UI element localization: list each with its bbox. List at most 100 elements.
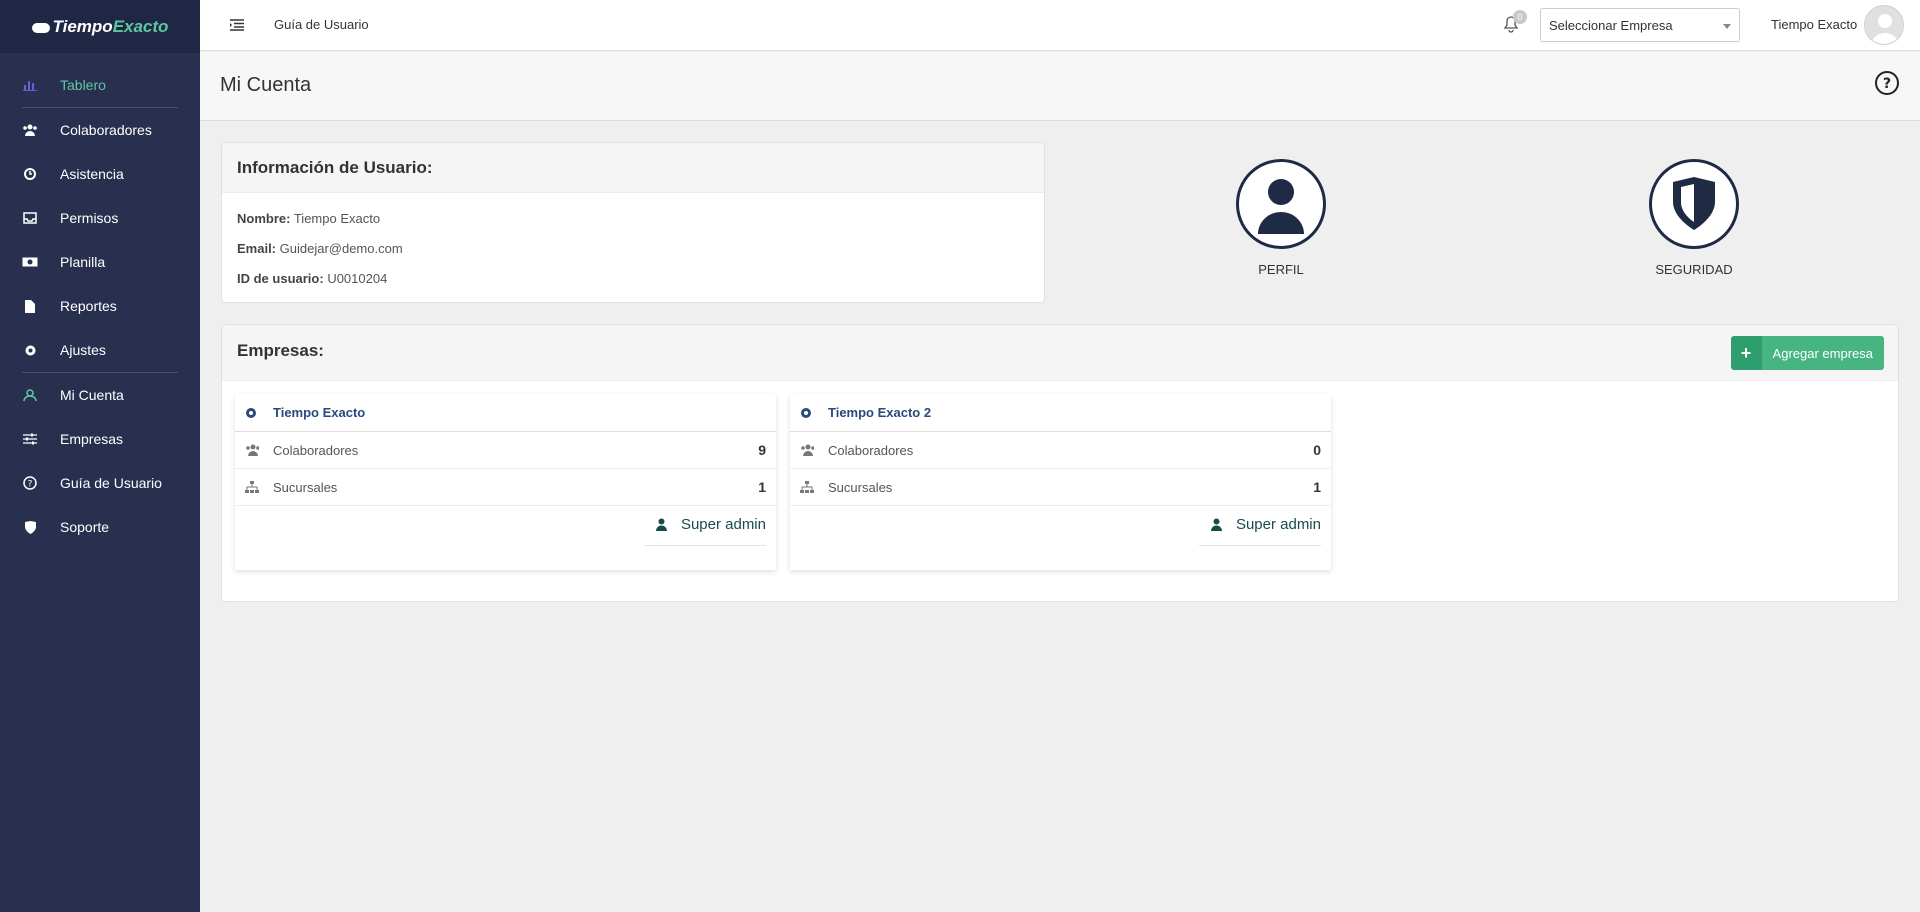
- company-tile: Tiempo Exacto 2 Colaboradores 0 Sucursal…: [790, 394, 1331, 570]
- branches-count: 1: [1313, 479, 1321, 495]
- companies-heading: Empresas:: [222, 325, 1898, 381]
- add-company-label: Agregar empresa: [1761, 336, 1884, 370]
- user-outline-icon: [22, 387, 38, 403]
- role-label: Super admin: [1235, 516, 1321, 533]
- sidebar-item-asistencia[interactable]: Asistencia: [0, 152, 200, 196]
- branches-label: Sucursales: [828, 479, 893, 495]
- question-circle-icon: ?: [22, 475, 38, 491]
- sidebar-item-label: Mi Cuenta: [60, 387, 124, 403]
- sidebar-item-mi-cuenta[interactable]: Mi Cuenta: [0, 373, 200, 417]
- role-label: Super admin: [680, 516, 766, 533]
- email-label: Email:: [237, 241, 277, 256]
- sidebar-item-ajustes[interactable]: Ajustes: [0, 328, 200, 372]
- user-info-heading: Información de Usuario:: [222, 143, 1044, 193]
- cloud-icon: [31, 22, 50, 33]
- profile-button[interactable]: [1236, 159, 1326, 249]
- security-label[interactable]: SEGURIDAD: [1634, 262, 1754, 277]
- company-role: Super admin: [643, 516, 766, 546]
- sliders-icon: [22, 431, 38, 447]
- profile-label[interactable]: PERFIL: [1221, 262, 1341, 277]
- id-value: U0010204: [327, 271, 388, 286]
- menu-toggle-icon[interactable]: [230, 18, 244, 31]
- sidebar-item-label: Tablero: [60, 77, 106, 93]
- company-name-link[interactable]: Tiempo Exacto 2: [790, 394, 1331, 432]
- inbox-icon: [22, 210, 38, 226]
- gear-icon: [800, 407, 814, 419]
- name-label: Nombre:: [237, 211, 291, 226]
- topbar: Guía de Usuario 0 Seleccionar Empresa Ti…: [200, 0, 1920, 51]
- company-name-link[interactable]: Tiempo Exacto: [235, 394, 776, 432]
- sitemap-icon: [800, 481, 814, 493]
- security-button[interactable]: [1649, 159, 1739, 249]
- chevron-down-icon: [1723, 24, 1731, 29]
- clock-icon: [22, 166, 38, 182]
- user-name-row: Nombre: Tiempo Exacto: [237, 211, 380, 226]
- user-email-row: Email: Guidejar@demo.com: [237, 241, 403, 256]
- sidebar-item-planilla[interactable]: Planilla: [0, 240, 200, 284]
- collaborators-label: Colaboradores: [828, 442, 914, 458]
- page-title: Mi Cuenta: [220, 74, 312, 96]
- company-select[interactable]: Seleccionar Empresa: [1540, 8, 1740, 42]
- sidebar-item-label: Asistencia: [60, 166, 124, 182]
- sidebar-item-empresas[interactable]: Empresas: [0, 417, 200, 461]
- notification-badge: 0: [1513, 10, 1527, 24]
- company-role: Super admin: [1198, 516, 1321, 546]
- company-name: Tiempo Exacto: [273, 405, 366, 420]
- email-value: Guidejar@demo.com: [279, 241, 403, 256]
- sitemap-icon: [245, 481, 259, 493]
- add-company-button[interactable]: + Agregar empresa: [1730, 336, 1884, 370]
- users-icon: [22, 122, 38, 138]
- users-icon: [800, 444, 814, 456]
- company-collaborators-row: Colaboradores 0: [790, 432, 1331, 469]
- shield-icon: [1673, 177, 1715, 230]
- page-header: Mi Cuenta ?: [200, 52, 1920, 121]
- user-id-row: ID de usuario: U0010204: [237, 271, 387, 286]
- brand-name-part2: Exacto: [112, 16, 169, 36]
- avatar[interactable]: [1864, 5, 1904, 45]
- bar-chart-icon: [22, 77, 38, 93]
- sidebar-item-soporte[interactable]: Soporte: [0, 505, 200, 549]
- branches-label: Sucursales: [273, 479, 338, 495]
- sidebar-item-guia[interactable]: ? Guía de Usuario: [0, 461, 200, 505]
- sidebar-nav: Tablero Colaboradores Asistencia Permiso…: [0, 53, 200, 549]
- company-select-value: Seleccionar Empresa: [1549, 18, 1673, 33]
- collaborators-count: 0: [1313, 442, 1321, 458]
- company-name: Tiempo Exacto 2: [828, 405, 932, 420]
- sidebar-item-label: Colaboradores: [60, 122, 152, 138]
- money-icon: [22, 254, 38, 270]
- user-icon: [655, 518, 667, 531]
- sidebar-item-reportes[interactable]: Reportes: [0, 284, 200, 328]
- company-collaborators-row: Colaboradores 9: [235, 432, 776, 469]
- shield-icon: [22, 519, 38, 535]
- sidebar-item-colaboradores[interactable]: Colaboradores: [0, 108, 200, 152]
- id-label: ID de usuario:: [237, 271, 324, 286]
- svg-text:?: ?: [1883, 76, 1891, 92]
- sidebar-item-label: Ajustes: [60, 342, 106, 358]
- sidebar-item-label: Soporte: [60, 519, 110, 535]
- user-info-card: Información de Usuario: Nombre: Tiempo E…: [221, 142, 1045, 303]
- company-tile: Tiempo Exacto Colaboradores 9 Sucursales…: [235, 394, 776, 570]
- brand-logo[interactable]: Tiempo Exacto: [0, 0, 200, 53]
- user-guide-link[interactable]: Guía de Usuario: [274, 17, 369, 32]
- user-name[interactable]: Tiempo Exacto: [1771, 17, 1857, 32]
- sidebar-item-label: Permisos: [60, 210, 119, 226]
- gear-icon: [245, 407, 259, 419]
- company-branches-row: Sucursales 1: [790, 469, 1331, 506]
- file-icon: [22, 298, 38, 314]
- sidebar-item-permisos[interactable]: Permisos: [0, 196, 200, 240]
- sidebar-item-tablero[interactable]: Tablero: [0, 63, 200, 107]
- user-icon: [1210, 518, 1222, 531]
- svg-text:?: ?: [28, 480, 33, 490]
- user-silhouette-icon: [1258, 179, 1304, 234]
- plus-icon: +: [1730, 336, 1762, 370]
- company-branches-row: Sucursales 1: [235, 469, 776, 506]
- users-icon: [245, 444, 259, 456]
- brand-name-part1: Tiempo: [52, 16, 113, 36]
- sidebar-item-label: Guía de Usuario: [60, 475, 162, 491]
- sidebar-item-label: Reportes: [60, 298, 117, 314]
- collaborators-count: 9: [758, 442, 766, 458]
- sidebar-item-label: Planilla: [60, 254, 106, 270]
- name-value: Tiempo Exacto: [293, 211, 381, 226]
- branches-count: 1: [758, 479, 766, 495]
- help-circle-icon[interactable]: ?: [1874, 70, 1900, 96]
